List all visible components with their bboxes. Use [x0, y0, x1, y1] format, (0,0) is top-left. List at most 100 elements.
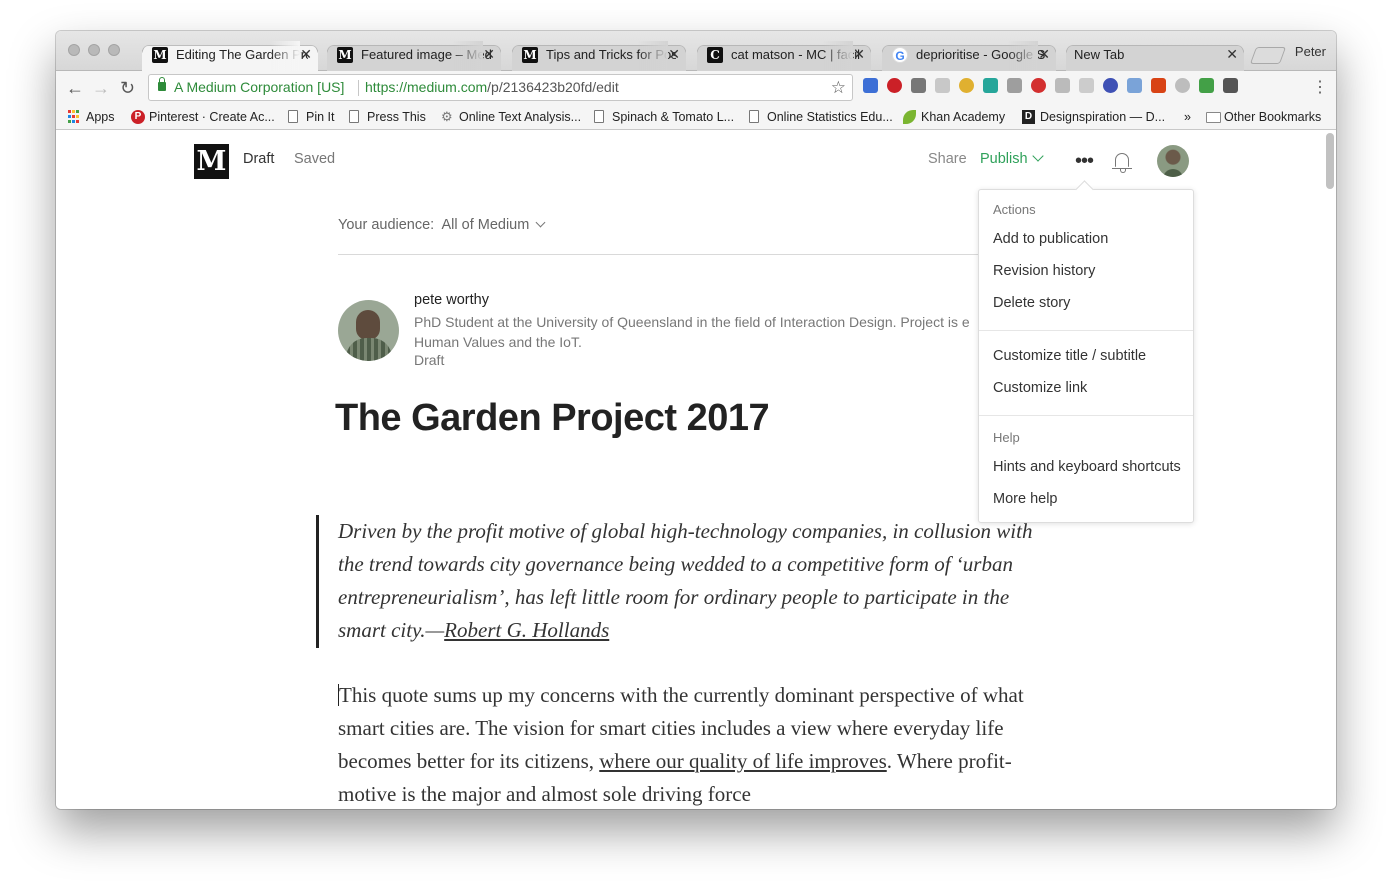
- menu-item-delete-story[interactable]: Delete story: [993, 295, 1070, 311]
- menu-item-hints-shortcuts[interactable]: Hints and keyboard shortcuts: [993, 459, 1181, 475]
- story-title[interactable]: The Garden Project 2017: [335, 397, 770, 440]
- close-tab-icon[interactable]: ✕: [853, 41, 865, 68]
- chevron-down-icon: [535, 217, 546, 228]
- tab-tips-and-tricks[interactable]: M Tips and Tricks for Posting ✕: [512, 41, 686, 71]
- close-tab-icon[interactable]: ✕: [300, 41, 312, 68]
- menu-item-add-to-publication[interactable]: Add to publication: [993, 231, 1108, 247]
- more-options-button[interactable]: •••: [1075, 150, 1094, 173]
- menu-item-more-help[interactable]: More help: [993, 491, 1057, 507]
- close-tab-icon[interactable]: ✕: [668, 41, 680, 68]
- body-paragraph[interactable]: This quote sums up my concerns with the …: [338, 679, 1038, 809]
- extension-icon[interactable]: [911, 78, 926, 93]
- extension-icon[interactable]: [863, 78, 878, 93]
- lock-icon: [158, 77, 166, 91]
- bookmark-khan-academy[interactable]: Khan Academy: [903, 109, 1005, 125]
- audience-selector[interactable]: Your audience: All of Medium: [338, 217, 546, 233]
- extension-icon[interactable]: [935, 78, 950, 93]
- apps-grid-icon: [68, 110, 81, 124]
- medium-editor-page: M Draft Saved Share Publish ••• Your aud…: [56, 131, 1336, 809]
- bookmark-online-statistics[interactable]: Online Statistics Edu...: [749, 109, 893, 125]
- document-icon: [288, 110, 298, 123]
- tab-deprioritise-google[interactable]: G deprioritise - Google Search ✕: [882, 41, 1056, 71]
- extension-icon[interactable]: [1055, 78, 1070, 93]
- extension-icon[interactable]: [1223, 78, 1238, 93]
- tab-strip: M Editing The Garden Project 2017 ✕ M Fe…: [56, 31, 1336, 71]
- address-bar[interactable]: A Medium Corporation [US] https://medium…: [148, 74, 853, 101]
- extension-icon[interactable]: [887, 78, 902, 93]
- extension-icon[interactable]: [1175, 78, 1190, 93]
- zoom-window-button[interactable]: [108, 44, 120, 56]
- quote-author-link[interactable]: Robert G. Hollands: [444, 618, 609, 642]
- page-scrollbar[interactable]: [1326, 133, 1334, 189]
- close-tab-icon[interactable]: ✕: [1226, 41, 1238, 68]
- document-icon: [749, 110, 759, 123]
- chrome-menu-icon[interactable]: ⋮: [1312, 77, 1328, 99]
- reload-icon[interactable]: ↻: [120, 77, 135, 99]
- leaf-icon: [903, 110, 916, 124]
- tab-featured-image[interactable]: M Featured image – Medium ✕: [327, 41, 501, 71]
- medium-favicon-icon: M: [152, 47, 168, 63]
- profile-name[interactable]: Peter: [1295, 44, 1326, 59]
- divider: [338, 254, 1028, 255]
- quality-of-life-link[interactable]: where our quality of life improves: [599, 749, 887, 773]
- menu-heading-actions: Actions: [993, 202, 1036, 217]
- bookmark-designspiration[interactable]: D Designspiration — D...: [1022, 109, 1165, 125]
- extension-icon[interactable]: [1127, 78, 1142, 93]
- tab-editing-garden-project[interactable]: M Editing The Garden Project 2017 ✕: [142, 41, 318, 71]
- tab-label: Featured image – Medium: [361, 41, 491, 68]
- close-window-button[interactable]: [68, 44, 80, 56]
- tab-new-tab[interactable]: New Tab ✕: [1066, 41, 1244, 71]
- bookmarks-bar: Apps P Pinterest · Create Ac... Pin It Pr…: [56, 105, 1336, 130]
- author-draft-label: Draft: [414, 352, 445, 368]
- share-button[interactable]: Share: [928, 151, 967, 167]
- tab-label: Tips and Tricks for Posting: [546, 41, 676, 68]
- extension-icon[interactable]: [1007, 78, 1022, 93]
- bookmark-press-this[interactable]: Press This: [349, 109, 426, 125]
- tab-label: New Tab: [1074, 47, 1125, 62]
- new-tab-button[interactable]: [1249, 47, 1287, 64]
- google-favicon-icon: G: [892, 47, 908, 63]
- extension-icon[interactable]: [1151, 78, 1166, 93]
- minimize-window-button[interactable]: [88, 44, 100, 56]
- forward-arrow-icon[interactable]: →: [92, 77, 110, 99]
- menu-item-customize-link[interactable]: Customize link: [993, 380, 1087, 396]
- bookmarks-overflow-button[interactable]: »: [1184, 109, 1191, 125]
- tab-label: Editing The Garden Project 2017: [176, 41, 308, 68]
- tab-cat-matson[interactable]: C cat matson - MC | facilitator ✕: [697, 41, 871, 71]
- user-avatar[interactable]: [1157, 145, 1189, 177]
- blockquote-bar: [316, 515, 319, 648]
- close-tab-icon[interactable]: ✕: [483, 41, 495, 68]
- blockquote[interactable]: Driven by the profit motive of global hi…: [338, 515, 1038, 647]
- extension-icon[interactable]: [1103, 78, 1118, 93]
- extension-icon[interactable]: [959, 78, 974, 93]
- publish-button[interactable]: Publish: [980, 150, 1044, 167]
- extension-icon[interactable]: [1079, 78, 1094, 93]
- extension-icon[interactable]: [1031, 78, 1046, 93]
- close-tab-icon[interactable]: ✕: [1038, 41, 1050, 68]
- extension-icon[interactable]: [1199, 78, 1214, 93]
- pinterest-icon: P: [131, 110, 145, 124]
- bookmark-star-icon[interactable]: ☆: [831, 75, 846, 100]
- bell-icon[interactable]: [1112, 153, 1132, 173]
- medium-logo[interactable]: M: [194, 144, 229, 179]
- bookmark-online-text-analysis[interactable]: ⚙ Online Text Analysis...: [441, 109, 581, 125]
- bookmark-pin-it[interactable]: Pin It: [288, 109, 335, 125]
- author-avatar[interactable]: [338, 300, 399, 361]
- back-arrow-icon[interactable]: ←: [66, 77, 84, 99]
- bookmark-pinterest[interactable]: P Pinterest · Create Ac...: [131, 109, 275, 125]
- bookmark-spinach-tomato[interactable]: Spinach & Tomato L...: [594, 109, 734, 125]
- menu-item-customize-title[interactable]: Customize title / subtitle: [993, 348, 1146, 364]
- url-text[interactable]: https://medium.com/p/2136423b20fd/edit: [365, 75, 619, 100]
- menu-heading-help: Help: [993, 430, 1020, 445]
- menu-divider: [979, 415, 1193, 416]
- browser-toolbar: ← → ↻ A Medium Corporation [US] https://…: [56, 71, 1336, 105]
- menu-item-revision-history[interactable]: Revision history: [993, 263, 1095, 279]
- draft-status: Draft: [243, 151, 275, 167]
- medium-favicon-icon: M: [337, 47, 353, 63]
- menu-divider: [979, 330, 1193, 331]
- bookmark-other-bookmarks[interactable]: Other Bookmarks: [1206, 109, 1321, 125]
- browser-window: M Editing The Garden Project 2017 ✕ M Fe…: [56, 31, 1336, 809]
- author-name[interactable]: pete worthy: [414, 292, 489, 308]
- extension-icon[interactable]: [983, 78, 998, 93]
- bookmark-apps[interactable]: Apps: [68, 109, 115, 125]
